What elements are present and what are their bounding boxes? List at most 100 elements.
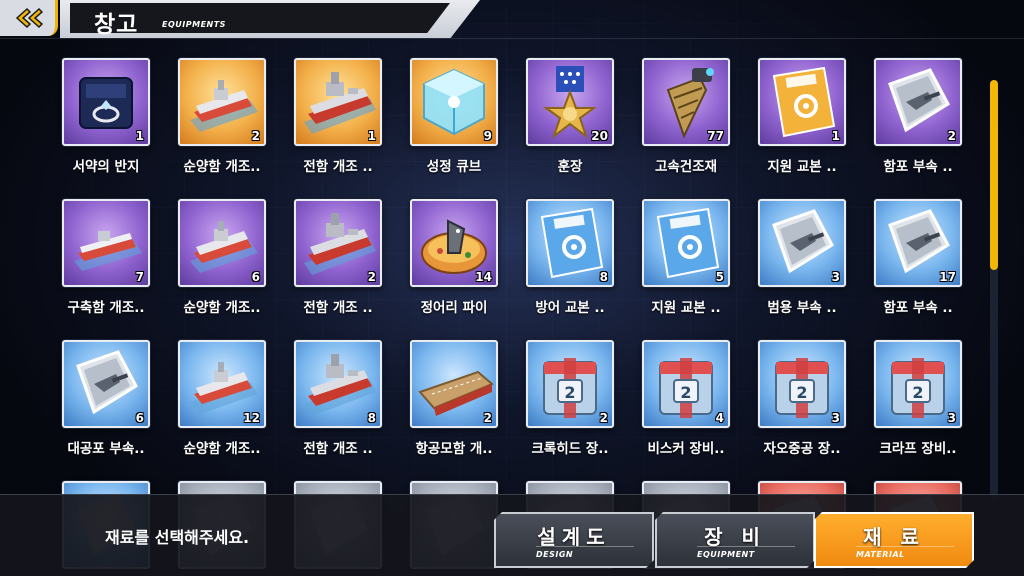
item-quantity: 2: [483, 411, 492, 425]
item-slot[interactable]: 2 순양함 개조..: [176, 56, 276, 176]
item-frame: 9: [410, 58, 498, 146]
item-slot[interactable]: 8 방어 교본 ..: [524, 197, 624, 317]
item-name: 크라프 장비..: [879, 441, 957, 457]
item-quantity: 2: [947, 129, 956, 143]
item-frame: 2: [410, 340, 498, 428]
scrollbar-thumb[interactable]: [990, 80, 998, 270]
item-slot[interactable]: 77 고속건조재: [640, 56, 740, 176]
item-slot[interactable]: 7 구축함 개조..: [60, 197, 160, 317]
tab-equipment[interactable]: 장 비 EQUIPMENT: [655, 512, 815, 568]
item-name: 훈장: [557, 159, 583, 175]
item-quantity: 4: [715, 411, 724, 425]
item-quantity: 6: [251, 270, 260, 284]
item-name: 방어 교본 ..: [535, 300, 605, 316]
tab-sublabel: DESIGN: [536, 550, 574, 559]
item-quantity: 3: [831, 411, 840, 425]
item-slot[interactable]: 2 2 크록히드 장..: [524, 338, 624, 458]
item-frame: 23: [874, 340, 962, 428]
item-frame: 12: [178, 340, 266, 428]
item-slot[interactable]: 6 순양함 개조..: [176, 197, 276, 317]
item-frame: 1: [62, 58, 150, 146]
item-quantity: 8: [599, 270, 608, 284]
item-slot[interactable]: 1 전함 개조 ..: [292, 56, 392, 176]
svg-text:2: 2: [680, 383, 691, 402]
item-name: 크록히드 장..: [531, 441, 609, 457]
item-frame: 22: [526, 340, 614, 428]
item-slot[interactable]: 20 훈장: [524, 56, 624, 176]
item-name: 함포 부속 ..: [883, 300, 953, 316]
item-frame: 6: [178, 199, 266, 287]
item-frame: 14: [410, 199, 498, 287]
item-slot[interactable]: 2 전함 개조 ..: [292, 197, 392, 317]
item-name: 정어리 파이: [420, 300, 488, 316]
item-quantity: 1: [367, 129, 376, 143]
svg-text:2: 2: [912, 383, 923, 402]
item-quantity: 2: [367, 270, 376, 284]
item-quantity: 3: [947, 411, 956, 425]
tab-material[interactable]: 재 료 MATERIAL: [814, 512, 974, 568]
item-name: 순양함 개조..: [183, 300, 261, 316]
item-name: 순양함 개조..: [183, 159, 261, 175]
item-slot[interactable]: 1 지원 교본 ..: [756, 56, 856, 176]
item-name: 지원 교본 ..: [651, 300, 721, 316]
item-slot[interactable]: 5 지원 교본 ..: [640, 197, 740, 317]
item-quantity: 3: [831, 270, 840, 284]
item-frame: 77: [642, 58, 730, 146]
item-frame: 24: [642, 340, 730, 428]
item-name: 항공모함 개..: [415, 441, 493, 457]
inventory-screen: 창고 EQUIPMENTS 1 서약의 반지 2 순양함 개조.. 1 전함 개조 .. 9…: [0, 0, 1024, 576]
item-frame: 3: [758, 199, 846, 287]
item-slot[interactable]: 8 전함 개조 ..: [292, 338, 392, 458]
double-chevron-left-icon: [15, 7, 43, 29]
back-button[interactable]: [0, 0, 58, 36]
item-slot[interactable]: 2 함포 부속 ..: [872, 56, 972, 176]
item-slot[interactable]: 12 순양함 개조..: [176, 338, 276, 458]
item-quantity: 1: [831, 129, 840, 143]
tab-sublabel: EQUIPMENT: [697, 550, 755, 559]
item-slot[interactable]: 1 서약의 반지: [60, 56, 160, 176]
tab-sublabel: MATERIAL: [856, 550, 905, 559]
item-name: 대공포 부속..: [67, 441, 145, 457]
item-slot[interactable]: 2 4 비스커 장비..: [640, 338, 740, 458]
item-slot[interactable]: 14 정어리 파이: [408, 197, 508, 317]
item-name: 구축함 개조..: [67, 300, 145, 316]
svg-text:2: 2: [796, 383, 807, 402]
page-title: 창고: [94, 12, 139, 38]
item-quantity: 6: [135, 411, 144, 425]
item-name: 비스커 장비..: [647, 441, 725, 457]
svg-text:2: 2: [564, 383, 575, 402]
item-frame: 2: [874, 58, 962, 146]
item-quantity: 5: [715, 270, 724, 284]
item-quantity: 77: [707, 129, 724, 143]
item-slot[interactable]: 2 3 크라프 장비..: [872, 338, 972, 458]
item-slot[interactable]: 3 범용 부속 ..: [756, 197, 856, 317]
item-name: 서약의 반지: [72, 159, 140, 175]
status-message: 재료를 선택해주세요.: [105, 528, 250, 547]
item-slot[interactable]: 6 대공포 부속..: [60, 338, 160, 458]
item-frame: 1: [758, 58, 846, 146]
item-frame: 17: [874, 199, 962, 287]
item-name: 함포 부속 ..: [883, 159, 953, 175]
item-quantity: 2: [251, 129, 260, 143]
item-name: 전함 개조 ..: [303, 159, 373, 175]
item-quantity: 17: [939, 270, 956, 284]
item-frame: 8: [294, 340, 382, 428]
item-name: 자오중공 장..: [763, 441, 841, 457]
item-name: 고속건조재: [654, 159, 718, 175]
item-quantity: 2: [599, 411, 608, 425]
item-slot[interactable]: 9 성정 큐브: [408, 56, 508, 176]
item-frame: 1: [294, 58, 382, 146]
item-frame: 5: [642, 199, 730, 287]
item-slot[interactable]: 2 3 자오중공 장..: [756, 338, 856, 458]
page-subtitle: EQUIPMENTS: [162, 20, 226, 29]
item-frame: 2: [294, 199, 382, 287]
item-quantity: 12: [243, 411, 260, 425]
item-quantity: 8: [367, 411, 376, 425]
item-name: 성정 큐브: [426, 159, 482, 175]
tab-design[interactable]: 설계도 DESIGN: [494, 512, 654, 568]
item-name: 범용 부속 ..: [767, 300, 837, 316]
item-slot[interactable]: 17 함포 부속 ..: [872, 197, 972, 317]
item-slot[interactable]: 2 항공모함 개..: [408, 338, 508, 458]
item-frame: 23: [758, 340, 846, 428]
item-name: 순양함 개조..: [183, 441, 261, 457]
